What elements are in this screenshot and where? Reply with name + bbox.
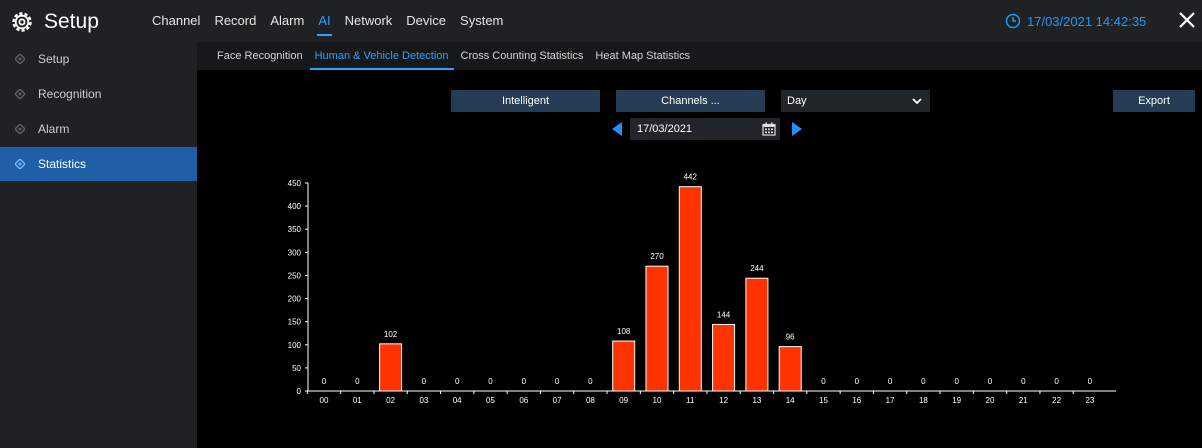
bar-value-label: 0	[1021, 377, 1026, 386]
bar-value-label: 0	[1054, 377, 1059, 386]
bar	[778, 346, 802, 392]
x-tick-label: 02	[386, 396, 395, 405]
bar-value-label: 0	[1088, 377, 1093, 386]
x-tick-label: 17	[886, 396, 895, 405]
bar-value-label: 442	[684, 173, 698, 182]
y-tick-label: 400	[288, 202, 302, 211]
bar-value-label: 108	[617, 327, 631, 336]
bar-value-label: 0	[821, 377, 826, 386]
y-tick-label: 350	[288, 225, 302, 234]
x-tick-label: 21	[1019, 396, 1028, 405]
y-tick-label: 50	[292, 364, 301, 373]
bar-value-label: 0	[888, 377, 893, 386]
x-tick-label: 03	[419, 396, 428, 405]
bar-value-label: 0	[555, 377, 560, 386]
y-tick-label: 200	[288, 295, 302, 304]
y-tick-label: 150	[288, 318, 302, 327]
x-tick-label: 06	[519, 396, 528, 405]
bar-value-label: 96	[786, 333, 795, 342]
y-tick-label: 250	[288, 271, 302, 280]
x-tick-label: 05	[486, 396, 495, 405]
x-tick-label: 08	[586, 396, 595, 405]
x-tick-label: 23	[1085, 396, 1094, 405]
x-tick-label: 11	[686, 396, 695, 405]
bar-value-label: 0	[954, 377, 959, 386]
bar-value-label: 144	[717, 310, 731, 319]
bar	[379, 343, 403, 392]
bar-value-label: 0	[921, 377, 926, 386]
x-tick-label: 22	[1052, 396, 1061, 405]
bar-value-label: 270	[650, 252, 664, 261]
bar	[712, 323, 736, 392]
x-tick-label: 10	[653, 396, 662, 405]
bar-chart: 0501001502002503003504004500000100210203…	[288, 173, 1116, 405]
x-tick-label: 16	[852, 396, 861, 405]
x-tick-label: 07	[553, 396, 562, 405]
bar-value-label: 0	[455, 377, 460, 386]
x-tick-label: 01	[353, 396, 362, 405]
bar-value-label: 0	[488, 377, 493, 386]
x-tick-label: 12	[719, 396, 728, 405]
x-tick-label: 14	[786, 396, 795, 405]
bar	[678, 186, 702, 392]
bar-value-label: 0	[322, 377, 327, 386]
y-tick-label: 300	[288, 248, 302, 257]
bar-value-label: 0	[588, 377, 593, 386]
x-tick-label: 19	[952, 396, 961, 405]
bar	[745, 277, 769, 392]
y-tick-label: 100	[288, 341, 302, 350]
bar-value-label: 0	[422, 377, 427, 386]
x-tick-label: 20	[986, 396, 995, 405]
x-tick-label: 00	[320, 396, 329, 405]
x-tick-label: 13	[752, 396, 761, 405]
bar-value-label: 0	[522, 377, 527, 386]
x-tick-label: 18	[919, 396, 928, 405]
bar	[645, 265, 669, 392]
bar-value-label: 0	[988, 377, 993, 386]
x-tick-label: 09	[619, 396, 628, 405]
y-tick-label: 450	[288, 179, 302, 188]
bar-value-label: 102	[384, 330, 398, 339]
bar-value-label: 0	[855, 377, 860, 386]
bar-value-label: 0	[355, 377, 360, 386]
bar	[612, 340, 636, 392]
x-tick-label: 15	[819, 396, 828, 405]
x-tick-label: 04	[453, 396, 462, 405]
y-tick-label: 0	[297, 387, 302, 396]
bar-value-label: 244	[750, 264, 764, 273]
